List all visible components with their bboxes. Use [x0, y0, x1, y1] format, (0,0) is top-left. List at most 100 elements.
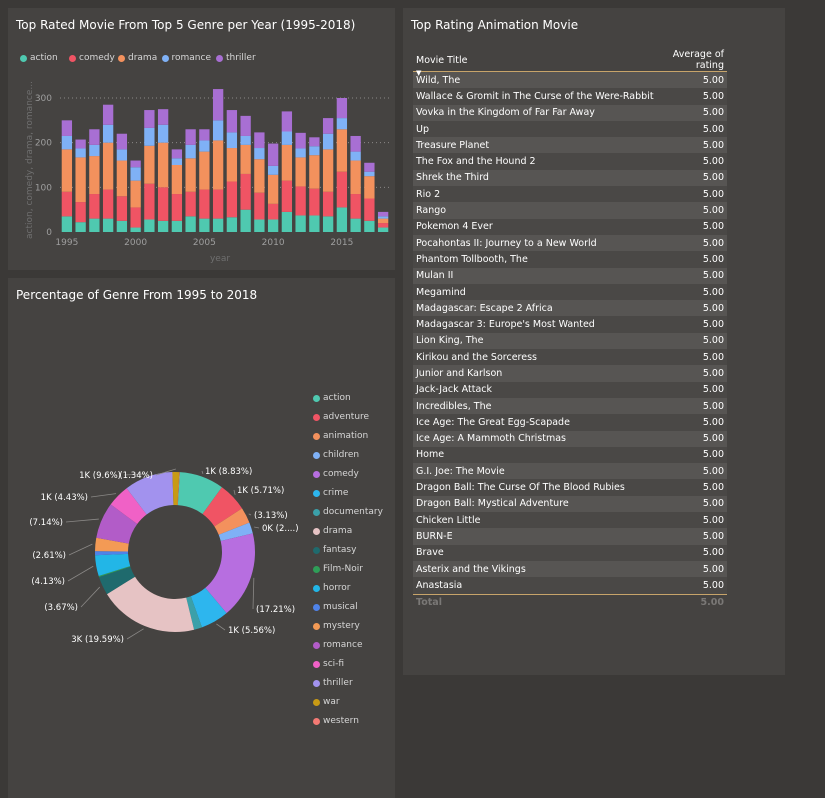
bar-segment-comedy[interactable] [364, 198, 375, 221]
sort-arrow-icon[interactable]: ▼ [416, 69, 421, 77]
bar-segment-thriller[interactable] [75, 139, 86, 149]
legend-item-comedy[interactable]: comedy [313, 469, 359, 479]
bar-segment-thriller[interactable] [144, 110, 155, 128]
table-row[interactable]: Shrek the Third 5.00 [413, 169, 727, 187]
bar-segment-drama[interactable] [102, 142, 114, 190]
table-row[interactable]: Treasure Planet 5.00 [413, 137, 727, 154]
bar-segment-drama[interactable] [212, 140, 224, 190]
bar-segment-action[interactable] [171, 220, 183, 232]
table-row[interactable]: Brave 5.00 [413, 544, 727, 561]
table-row[interactable]: Dragon Ball: The Curse Of The Blood Rubi… [413, 479, 727, 496]
bar-segment-comedy[interactable] [254, 192, 265, 220]
legend-item-fantasy[interactable]: fantasy [313, 545, 356, 555]
bar-segment-drama[interactable] [295, 157, 306, 187]
bar-segment-romance[interactable] [171, 158, 183, 165]
bar-segment-thriller[interactable] [226, 110, 238, 133]
bar-segment-romance[interactable] [89, 144, 100, 157]
bar-segment-thriller[interactable] [322, 118, 334, 134]
legend-item-mystery[interactable]: mystery [313, 621, 360, 631]
bar-segment-drama[interactable] [309, 155, 320, 189]
bar-segment-drama[interactable] [350, 160, 361, 195]
bar-segment-comedy[interactable] [116, 196, 128, 221]
bar-segment-romance[interactable] [350, 151, 361, 161]
table-row[interactable]: Rango 5.00 [413, 202, 727, 219]
bar-segment-romance[interactable] [322, 133, 334, 150]
bar-segment-thriller[interactable] [89, 129, 100, 145]
bar-segment-comedy[interactable] [322, 191, 334, 217]
bar-segment-drama[interactable] [377, 218, 389, 224]
bar-segment-action[interactable] [377, 227, 389, 232]
bar-segment-thriller[interactable] [295, 132, 306, 149]
bar-segment-thriller[interactable] [116, 133, 128, 150]
legend-item-adventure[interactable]: adventure [313, 412, 369, 422]
bar-segment-comedy[interactable] [61, 191, 73, 217]
bar-segment-thriller[interactable] [364, 162, 375, 172]
bar-segment-drama[interactable] [157, 142, 169, 188]
bar-segment-drama[interactable] [89, 156, 100, 195]
bar-segment-comedy[interactable] [199, 189, 210, 219]
legend-item-thriller[interactable]: thriller [313, 678, 353, 688]
legend-item-action[interactable]: action [313, 393, 351, 403]
bar-segment-romance[interactable] [364, 171, 375, 177]
bar-segment-comedy[interactable] [336, 171, 348, 208]
bar-segment-comedy[interactable] [281, 180, 293, 212]
legend-item-crime[interactable]: crime [313, 488, 348, 498]
bar-segment-action[interactable] [116, 220, 128, 232]
bar-segment-drama[interactable] [185, 158, 196, 192]
bar-segment-action[interactable] [364, 220, 375, 232]
bar-segment-comedy[interactable] [75, 202, 86, 223]
table-row[interactable]: Lion King, The 5.00 [413, 332, 727, 350]
bar-segment-comedy[interactable] [102, 189, 114, 219]
bar-segment-thriller[interactable] [377, 211, 389, 217]
bar-segment-romance[interactable] [144, 127, 155, 146]
column-header-average-rating[interactable]: Average of rating [656, 49, 727, 72]
table-row[interactable]: Kirikou and the Sorceress 5.00 [413, 349, 727, 366]
bar-segment-drama[interactable] [144, 145, 155, 184]
bar-segment-comedy[interactable] [309, 188, 320, 216]
bar-segment-thriller[interactable] [309, 137, 320, 147]
bar-segment-comedy[interactable] [89, 194, 100, 219]
bar-segment-drama[interactable] [171, 165, 183, 195]
bar-segment-drama[interactable] [281, 144, 293, 181]
table-row[interactable]: Up 5.00 [413, 120, 727, 138]
legend-item-film-noir[interactable]: Film-Noir [313, 564, 363, 574]
legend-item-sci-fi[interactable]: sci-fi [313, 659, 344, 669]
bar-segment-drama[interactable] [199, 151, 210, 190]
bar-segment-romance[interactable] [309, 146, 320, 156]
bar-segment-comedy[interactable] [240, 173, 251, 210]
table-row[interactable]: Wild, The 5.00 [413, 71, 727, 89]
bar-segment-thriller[interactable] [130, 160, 141, 168]
table-row[interactable]: Anastasia 5.00 [413, 577, 727, 594]
bar-segment-thriller[interactable] [350, 135, 361, 152]
bar-segment-thriller[interactable] [240, 115, 251, 136]
bar-segment-romance[interactable] [336, 118, 348, 130]
bar-segment-romance[interactable] [130, 167, 141, 181]
bar-segment-thriller[interactable] [171, 149, 183, 159]
bar-segment-thriller[interactable] [102, 104, 114, 125]
table-row[interactable]: Junior and Karlson 5.00 [413, 365, 727, 382]
table-row[interactable]: Chicken Little 5.00 [413, 512, 727, 529]
bar-segment-action[interactable] [75, 222, 86, 232]
bar-segment-romance[interactable] [199, 140, 210, 152]
table-row[interactable]: Mulan II 5.00 [413, 267, 727, 284]
table-row[interactable]: Rio 2 5.00 [413, 186, 727, 203]
bar-segment-comedy[interactable] [157, 187, 169, 221]
table-row[interactable]: Vovka in the Kingdom of Far Far Away 5.00 [413, 104, 727, 121]
bar-segment-action[interactable] [89, 218, 100, 232]
table-row[interactable]: Ice Age: The Great Egg-Scapade 5.00 [413, 414, 727, 431]
bar-segment-thriller[interactable] [336, 98, 348, 119]
bar-segment-drama[interactable] [130, 180, 141, 208]
bar-segment-drama[interactable] [254, 159, 265, 193]
bar-segment-thriller[interactable] [185, 129, 196, 145]
table-row[interactable]: Pocahontas II: Journey to a New World 5.0… [413, 234, 727, 252]
table-row[interactable]: Pokemon 4 Ever 5.00 [413, 218, 727, 235]
bar-segment-action[interactable] [130, 227, 141, 232]
legend-item-animation[interactable]: animation [313, 431, 368, 441]
bar-segment-thriller[interactable] [199, 129, 210, 141]
bar-segment-drama[interactable] [116, 160, 128, 197]
bar-segment-comedy[interactable] [377, 223, 389, 228]
bar-segment-action[interactable] [185, 216, 196, 232]
table-row[interactable]: Wallace & Gromit in The Curse of the Wer… [413, 88, 727, 105]
bar-segment-thriller[interactable] [61, 120, 73, 136]
bar-segment-drama[interactable] [61, 149, 73, 192]
